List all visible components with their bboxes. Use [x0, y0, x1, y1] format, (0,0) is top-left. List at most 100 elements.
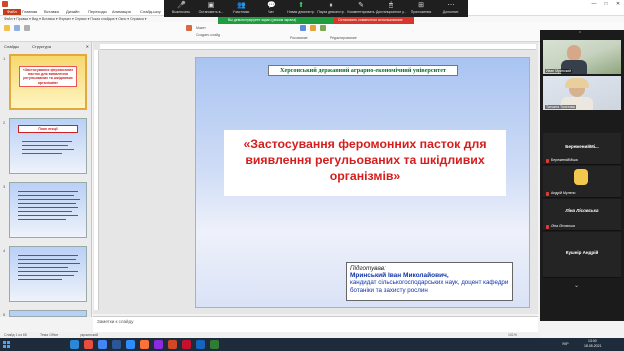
slide-title-box[interactable]: «Застосування феромонних пасток для вияв…	[224, 130, 506, 196]
pause-icon: ⏸	[329, 2, 333, 9]
keyboard-language[interactable]: УКР	[562, 342, 569, 346]
new-slide-icon[interactable]	[186, 25, 192, 31]
author-name: Мринський Іван Миколайович,	[350, 272, 449, 279]
firefox-icon[interactable]	[140, 340, 149, 349]
university-name[interactable]: Херсонський державний аграрно-економічни…	[268, 65, 458, 76]
slide-thumbnail-4[interactable]	[9, 246, 87, 302]
participant-tile-1[interactable]: БереженийМі... БереженийМіша	[543, 133, 621, 165]
chevron-up-icon[interactable]: ⌃	[578, 31, 582, 37]
new-slide-button[interactable]: Создать слайд	[196, 33, 220, 37]
mute-label: Выключить	[171, 10, 191, 14]
tab-transitions[interactable]: Переходы	[88, 9, 107, 14]
apps-label: Приложения	[410, 10, 432, 14]
paste-icon[interactable]	[4, 25, 10, 31]
current-slide[interactable]: Херсонський державний аграрно-економічни…	[195, 57, 530, 308]
excel-icon[interactable]	[210, 340, 219, 349]
chevron-down-icon[interactable]: ⌄	[574, 282, 579, 289]
participant-label: Ліна Лісовська	[551, 224, 575, 228]
stop-video-button[interactable]: ▣ Остановить в...	[196, 0, 226, 17]
slide-thumbnail-1[interactable]: «Застосування феромонних пасток для вияв…	[9, 54, 87, 110]
file-explorer-icon[interactable]	[70, 340, 79, 349]
quick-styles-icon[interactable]	[320, 25, 326, 31]
tab-outline[interactable]: Структура	[32, 44, 51, 49]
minimize-button[interactable]: —	[588, 0, 600, 8]
participant-display-name: БереженийМі...	[565, 144, 599, 149]
stop-share-button[interactable]: Остановить совместное использование	[334, 17, 414, 24]
apps-icon: ⊞	[418, 2, 424, 9]
maximize-button[interactable]: □	[600, 0, 612, 8]
apps-button[interactable]: ⊞ Приложения	[406, 0, 436, 17]
participant-tile-3[interactable]: Ліна Лісовська Ліна Лісовська	[543, 199, 621, 231]
annotate-icon: ✎	[358, 2, 364, 9]
cut-icon[interactable]	[24, 25, 30, 31]
participant-tile-4[interactable]: Кушнір Андрій	[543, 232, 621, 278]
clock-time[interactable]: 13:00	[588, 339, 597, 343]
powerpoint-logo-icon	[2, 1, 8, 7]
avatar	[574, 169, 588, 185]
tab-insert[interactable]: Вставка	[44, 9, 59, 14]
powerpoint-icon[interactable]	[168, 340, 177, 349]
slide-panel-tabs: Слайды Структура ✕	[0, 42, 92, 50]
participant-video-2[interactable]: Татьяна Толстова	[543, 76, 621, 110]
windows-taskbar: УКР 13:00 18.05.2021	[0, 338, 624, 351]
pause-share-button[interactable]: ⏸ Пауза демонстр.	[316, 0, 346, 17]
mute-button[interactable]: 🎤 Выключить	[166, 0, 196, 17]
tab-slideshow[interactable]: Слайд-шоу	[140, 9, 161, 14]
participant-label: Андрій Мулено	[551, 191, 576, 195]
zoom-app-icon[interactable]	[126, 340, 135, 349]
muted-mic-icon	[546, 159, 549, 163]
slide-thumbnail-panel: Слайды Структура ✕ 1 «Застосування фером…	[0, 42, 92, 317]
arrange-icon[interactable]	[310, 25, 316, 31]
tab-home[interactable]: Главная	[22, 9, 37, 14]
participants-button[interactable]: 👥 Участники	[226, 0, 256, 17]
opera-icon[interactable]	[84, 340, 93, 349]
tab-design[interactable]: Дизайн	[66, 9, 79, 14]
notes-pane[interactable]: Заметки к слайду	[93, 316, 538, 332]
chrome-icon[interactable]	[98, 340, 107, 349]
thumb-number: 4	[3, 248, 6, 253]
panel-header: ⌃	[540, 30, 624, 38]
participant-tile-2[interactable]: Андрій Мулено	[543, 166, 621, 198]
muted-mic-icon	[546, 225, 549, 229]
muted-mic-icon	[546, 192, 549, 196]
participant-display-name: Кушнір Андрій	[565, 250, 599, 255]
slide-thumbnail-5[interactable]	[9, 310, 87, 317]
participant-video-1[interactable]: Иван Мринский	[543, 40, 621, 74]
slide-thumbnail-2[interactable]: План лекції	[9, 118, 87, 174]
prepared-by-label: Підготував:	[350, 265, 386, 272]
tab-animation[interactable]: Анимация	[112, 9, 131, 14]
tab-file[interactable]: Файл	[3, 9, 21, 15]
new-share-button[interactable]: ⬆ Новая демонстр.	[286, 0, 316, 17]
share-icon: ⬆	[298, 2, 304, 9]
more-button[interactable]: ⋯ Дополнит.	[436, 0, 466, 17]
chat-label: Чат	[268, 10, 274, 14]
participant-name: Татьяна Толстова	[545, 105, 576, 109]
annotate-button[interactable]: ✎ Комментировать	[346, 0, 376, 17]
word-icon[interactable]	[112, 340, 121, 349]
slide-title: «Застосування феромонних пасток для вияв…	[243, 137, 487, 183]
close-button[interactable]: ✕	[612, 0, 624, 8]
close-panel-icon[interactable]: ✕	[86, 44, 89, 49]
participants-icon: 👥	[237, 2, 246, 9]
viber-icon[interactable]	[154, 340, 163, 349]
author-box[interactable]: Підготував: Мринський Іван Миколайович, …	[346, 262, 513, 301]
pdf-reader-icon[interactable]	[182, 340, 191, 349]
participant-display-name: Ліна Лісовська	[565, 208, 599, 213]
face-shape	[567, 45, 581, 61]
clock-date[interactable]: 18.05.2021	[584, 344, 602, 348]
slide-thumbnail-3[interactable]	[9, 182, 87, 238]
editing-group-label: Редактирование	[330, 36, 357, 40]
layout-button[interactable]: Макет	[196, 26, 206, 30]
chat-button[interactable]: 💬 Чат	[256, 0, 286, 17]
shapes-icon[interactable]	[300, 25, 306, 31]
app-icon[interactable]	[196, 340, 205, 349]
chat-icon: 💬	[267, 2, 276, 9]
participant-label: БереженийМіша	[551, 158, 578, 162]
remote-control-button[interactable]: 🖱 Дистанционное у...	[376, 0, 406, 17]
copy-icon[interactable]	[14, 25, 20, 31]
tab-slides[interactable]: Слайды	[4, 44, 19, 49]
windows-start-icon[interactable]	[3, 341, 10, 348]
vertical-ruler	[94, 50, 99, 310]
video-icon: ▣	[207, 2, 215, 9]
mic-icon: 🎤	[177, 2, 186, 9]
